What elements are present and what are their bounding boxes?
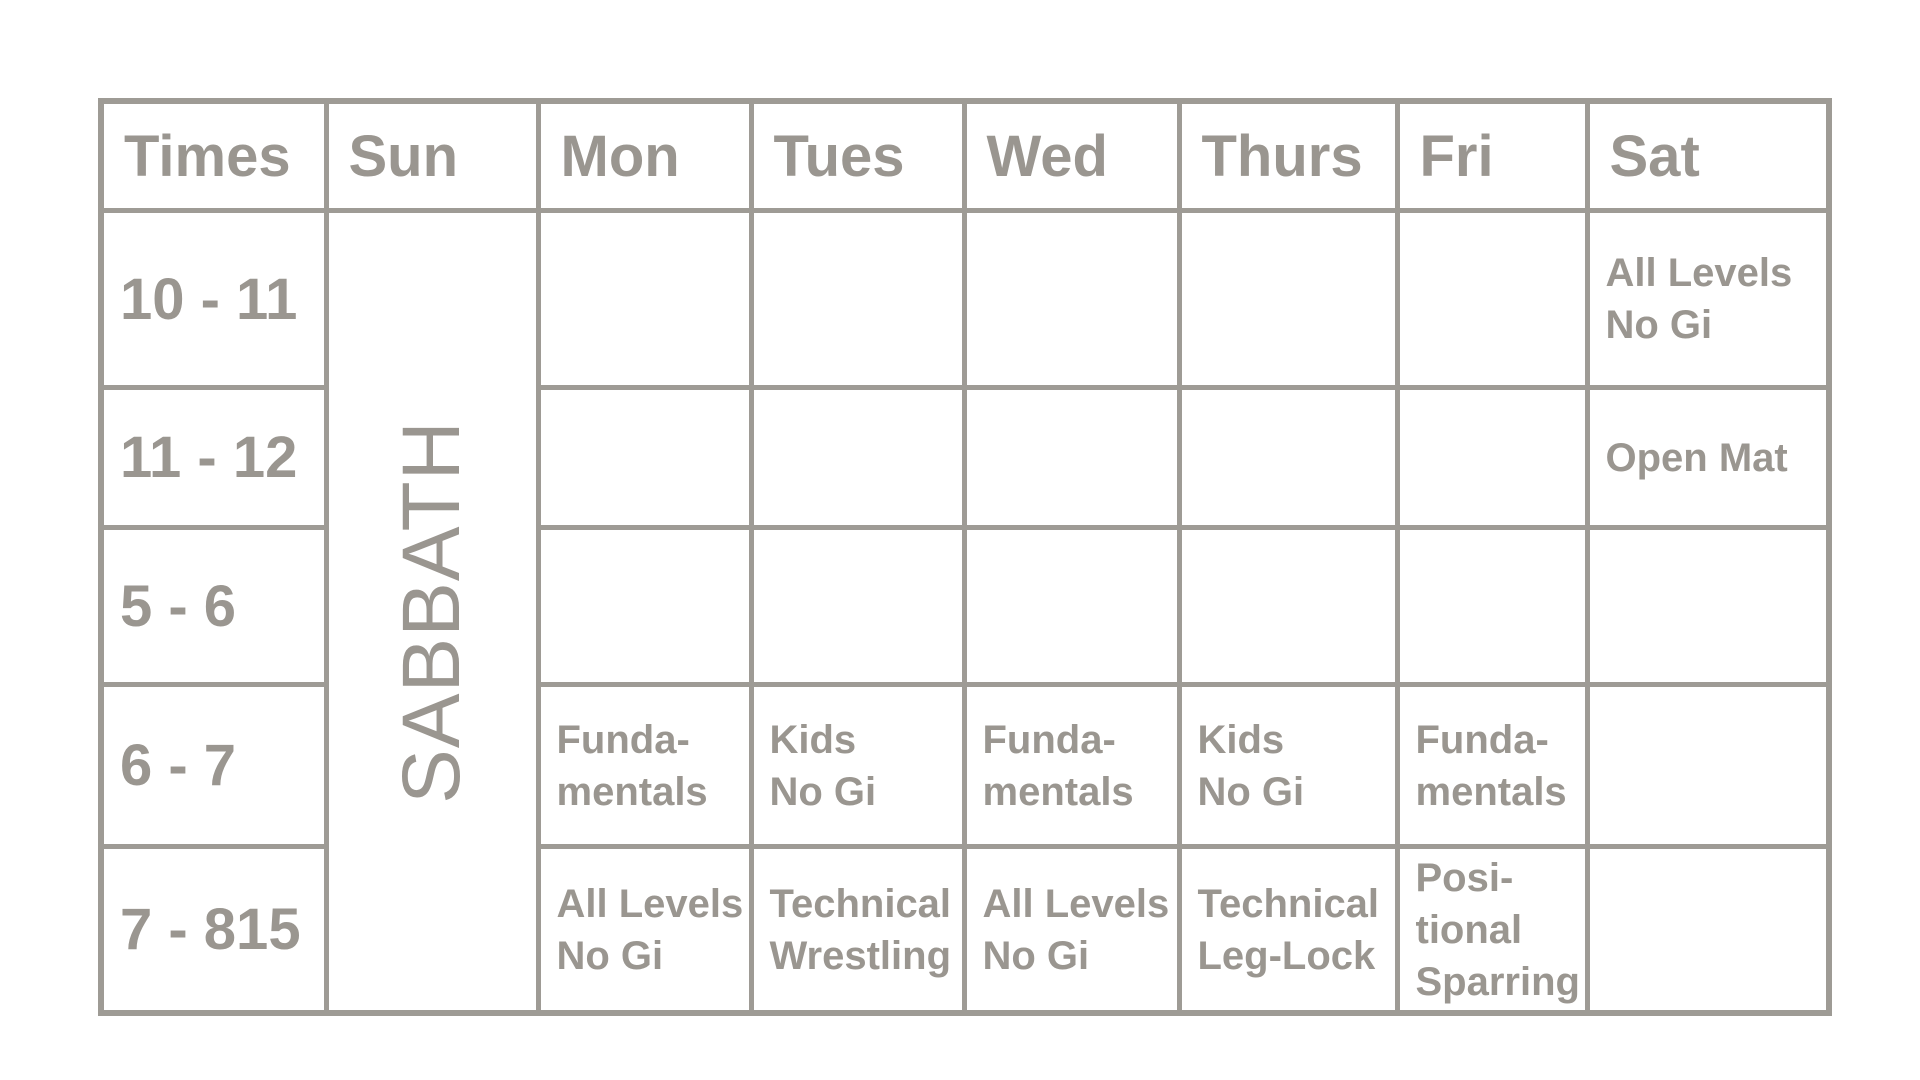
class-name-line: Technical: [1197, 881, 1380, 926]
class-name-line: Funda-: [1415, 717, 1549, 762]
class-name-line: mentals: [1415, 769, 1567, 814]
class-name-line: No Gi: [769, 769, 877, 814]
header-mon: Mon: [535, 98, 754, 213]
class-cell-wed: Funda-mentals: [961, 682, 1182, 850]
header-tues: Tues: [748, 98, 967, 213]
class-cell-fri: Posi-tional Sparring: [1394, 844, 1590, 1016]
class-cell-sat: Open Mat: [1584, 385, 1832, 531]
class-cell-mon: [535, 207, 754, 391]
time-slot-label: 10 - 11: [98, 207, 329, 391]
class-cell-fri: [1394, 207, 1590, 391]
class-cell-sat: [1584, 844, 1832, 1016]
class-cell-thurs: [1176, 525, 1400, 688]
class-cell-wed: [961, 385, 1182, 531]
time-slot-label: 7 - 815: [98, 844, 329, 1016]
class-cell-tues: [748, 525, 967, 688]
header-times: Times: [98, 98, 329, 213]
class-name-line: Kids: [769, 717, 857, 762]
class-name-line: All Levels: [556, 881, 744, 926]
class-name-line: Kids: [1197, 717, 1285, 762]
class-name-line: mentals: [556, 769, 708, 814]
class-cell-mon: All Levels No Gi: [535, 844, 754, 1016]
class-name-line: Open Mat: [1605, 435, 1788, 480]
class-cell-thurs: Kids No Gi: [1176, 682, 1400, 850]
header-thurs: Thurs: [1176, 98, 1400, 213]
class-name-line: Sparring: [1415, 959, 1580, 1004]
class-cell-mon: [535, 525, 754, 688]
class-cell-wed: [961, 525, 1182, 688]
class-name-line: tional: [1415, 907, 1523, 952]
class-cell-thurs: [1176, 207, 1400, 391]
class-cell-sat: All Levels No Gi: [1584, 207, 1832, 391]
header-row: Times Sun Mon Tues Wed Thurs Fri Sat: [98, 98, 1832, 213]
class-name-line: Wrestling: [769, 933, 952, 978]
class-cell-sat: [1584, 682, 1832, 850]
class-cell-fri: [1394, 385, 1590, 531]
class-schedule-table: Times Sun Mon Tues Wed Thurs Fri Sat 10 …: [98, 98, 1832, 1016]
class-cell-mon: Funda-mentals: [535, 682, 754, 850]
header-sat: Sat: [1584, 98, 1832, 213]
sabbath-label: SABBATH: [386, 419, 477, 804]
class-cell-fri: Funda-mentals: [1394, 682, 1590, 850]
class-name-line: Technical: [769, 881, 952, 926]
class-cell-tues: [748, 385, 967, 531]
class-cell-thurs: Technical Leg-Lock: [1176, 844, 1400, 1016]
header-fri: Fri: [1394, 98, 1590, 213]
class-name-line: Funda-: [556, 717, 690, 762]
header-sun: Sun: [323, 98, 541, 213]
class-name-line: mentals: [982, 769, 1134, 814]
class-cell-tues: Kids No Gi: [748, 682, 967, 850]
class-name-line: Posi-: [1415, 855, 1514, 900]
class-cell-mon: [535, 385, 754, 531]
schedule-body: 10 - 11 SABBATH All Levels No Gi 11 - 12 Open…: [98, 207, 1832, 1016]
time-slot-label: 11 - 12: [98, 385, 329, 531]
class-name-line: Funda-: [982, 717, 1116, 762]
time-slot-label: 5 - 6: [98, 525, 329, 688]
table-row: 10 - 11 SABBATH All Levels No Gi: [98, 207, 1832, 1016]
class-name-line: No Gi: [1197, 769, 1305, 814]
class-name-line: All Levels: [1605, 251, 1793, 296]
class-name-line: All Levels: [982, 881, 1170, 926]
time-slot-label: 6 - 7: [98, 682, 329, 850]
class-cell-tues: Technical Wrestling: [748, 844, 967, 1016]
class-cell-tues: [748, 207, 967, 391]
class-name-line: Leg-Lock: [1197, 933, 1376, 978]
class-name-line: No Gi: [982, 933, 1090, 978]
class-name-line: No Gi: [556, 933, 664, 978]
class-cell-wed: [961, 207, 1182, 391]
sunday-sabbath-cell: SABBATH: [323, 208, 541, 1016]
class-cell-fri: [1394, 525, 1590, 688]
class-cell-thurs: [1176, 385, 1400, 531]
header-wed: Wed: [961, 98, 1182, 213]
class-cell-wed: All Levels No Gi: [961, 844, 1182, 1016]
class-cell-sat: [1584, 525, 1832, 688]
class-name-line: No Gi: [1605, 303, 1713, 348]
